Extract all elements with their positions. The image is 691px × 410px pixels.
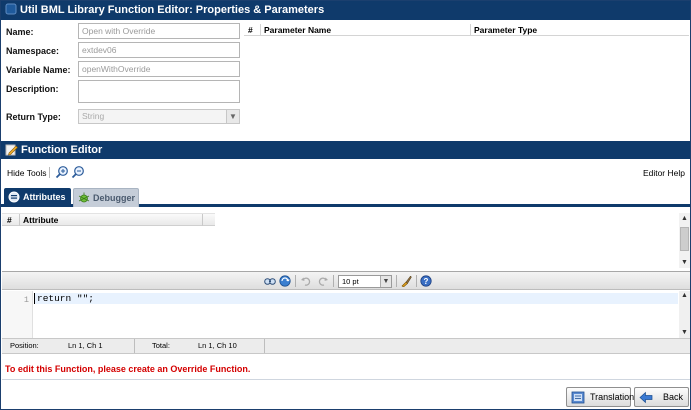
return-type-select[interactable]: String ▼	[78, 109, 240, 124]
toolbar-divider	[416, 275, 417, 287]
editor-tabs: Attributes Debugger	[1, 185, 690, 207]
return-type-label: Return Type:	[6, 112, 61, 122]
return-type-value: String	[82, 111, 105, 121]
code-editor-scrollbar[interactable]: ▲ ▼	[679, 291, 690, 338]
arrow-left-icon	[639, 391, 653, 404]
attribute-grid-header: # Attribute	[2, 213, 215, 226]
override-warning: To edit this Function, please create an …	[5, 364, 251, 374]
font-size-select[interactable]: 10 pt ▼	[338, 275, 392, 288]
scrollbar-thumb[interactable]	[680, 227, 689, 251]
code-toolbar: 10 pt ▼ ?	[2, 272, 690, 290]
toolbar-divider	[49, 167, 50, 178]
code-body[interactable]: 1 return ""; ▲ ▼	[2, 291, 690, 338]
translations-icon	[571, 391, 585, 404]
scroll-up-icon[interactable]: ▲	[679, 291, 690, 301]
properties-panel: Name: Open with Override Namespace: extd…	[1, 20, 690, 141]
tab-attributes[interactable]: Attributes	[4, 188, 71, 207]
param-col-index: #	[248, 25, 253, 35]
namespace-label: Namespace:	[6, 46, 60, 56]
tab-debugger-label: Debugger	[93, 193, 136, 203]
namespace-field[interactable]: extdev06	[78, 42, 240, 58]
bug-icon	[78, 192, 90, 203]
attribute-grid: # Attribute ▲ ▼	[2, 210, 690, 268]
svg-text:?: ?	[424, 277, 429, 286]
total-label: Total:	[152, 341, 170, 350]
name-field[interactable]: Open with Override	[78, 23, 240, 39]
line-number: 1	[23, 295, 29, 305]
position-value: Ln 1, Ch 1	[68, 341, 103, 350]
code-editor: 10 pt ▼ ? 1 return ""; ▲ ▼	[2, 271, 690, 341]
tab-attributes-label: Attributes	[23, 192, 66, 202]
translations-button-label: Translations	[590, 392, 639, 402]
window-icon	[5, 3, 17, 15]
variable-name-label: Variable Name:	[6, 65, 71, 75]
function-editor-window: Util BML Library Function Editor: Proper…	[0, 0, 691, 410]
parameters-table-header: # Parameter Name Parameter Type	[244, 24, 689, 36]
replace-icon[interactable]	[279, 275, 291, 287]
back-button[interactable]: Back	[634, 387, 689, 407]
chevron-down-icon[interactable]: ▼	[226, 110, 239, 123]
description-field[interactable]	[78, 80, 240, 103]
chevron-down-icon[interactable]: ▼	[380, 276, 391, 287]
line-gutter: 1	[2, 291, 33, 338]
column-divider	[470, 24, 471, 36]
translations-button[interactable]: Translations	[566, 387, 639, 407]
divider	[2, 379, 690, 380]
redo-icon[interactable]	[317, 275, 329, 287]
zoom-in-icon[interactable]	[55, 165, 69, 179]
help-icon[interactable]: ?	[420, 275, 432, 287]
window-title-bar: Util BML Library Function Editor: Proper…	[1, 1, 690, 20]
column-divider	[260, 24, 261, 36]
code-line[interactable]: return "";	[34, 293, 678, 304]
format-brush-icon[interactable]	[400, 275, 412, 287]
undo-icon[interactable]	[300, 275, 312, 287]
function-editor-title: Function Editor	[21, 144, 103, 156]
variable-name-field[interactable]: openWithOverride	[78, 61, 240, 77]
toolbar-divider	[333, 275, 334, 287]
tab-debugger[interactable]: Debugger	[73, 188, 139, 207]
font-size-value: 10 pt	[342, 277, 359, 286]
column-divider	[19, 214, 20, 226]
editor-help-link[interactable]: Editor Help	[643, 168, 685, 178]
toolbar-divider	[396, 275, 397, 287]
find-icon[interactable]	[264, 275, 276, 287]
function-editor-header: Function Editor	[1, 141, 690, 159]
param-col-name: Parameter Name	[264, 25, 332, 35]
attribute-grid-scrollbar[interactable]: ▲ ▼	[679, 213, 690, 268]
total-value: Ln 1, Ch 10	[198, 341, 237, 350]
zoom-out-icon[interactable]	[71, 165, 85, 179]
back-button-label: Back	[662, 392, 683, 402]
description-label: Description:	[6, 84, 59, 94]
scroll-down-icon[interactable]: ▼	[679, 328, 690, 338]
toolbar-divider	[295, 275, 296, 287]
column-divider	[202, 214, 203, 226]
status-divider	[134, 339, 135, 353]
param-col-type: Parameter Type	[474, 25, 538, 35]
attributes-icon	[8, 191, 20, 203]
scroll-down-icon[interactable]: ▼	[679, 257, 690, 268]
window-title: Util BML Library Function Editor: Proper…	[20, 4, 325, 16]
editor-tool-row: Hide Tools Editor Help	[1, 159, 690, 185]
pencil-icon	[5, 144, 18, 156]
editor-status-bar: Position: Ln 1, Ch 1 Total: Ln 1, Ch 10	[2, 338, 690, 354]
hide-tools-link[interactable]: Hide Tools	[7, 168, 47, 178]
name-label: Name:	[6, 27, 34, 37]
position-label: Position:	[10, 341, 39, 350]
attr-col-attribute: Attribute	[23, 215, 59, 225]
status-divider	[264, 339, 265, 353]
attr-col-index: #	[7, 215, 12, 225]
scroll-up-icon[interactable]: ▲	[679, 213, 690, 224]
